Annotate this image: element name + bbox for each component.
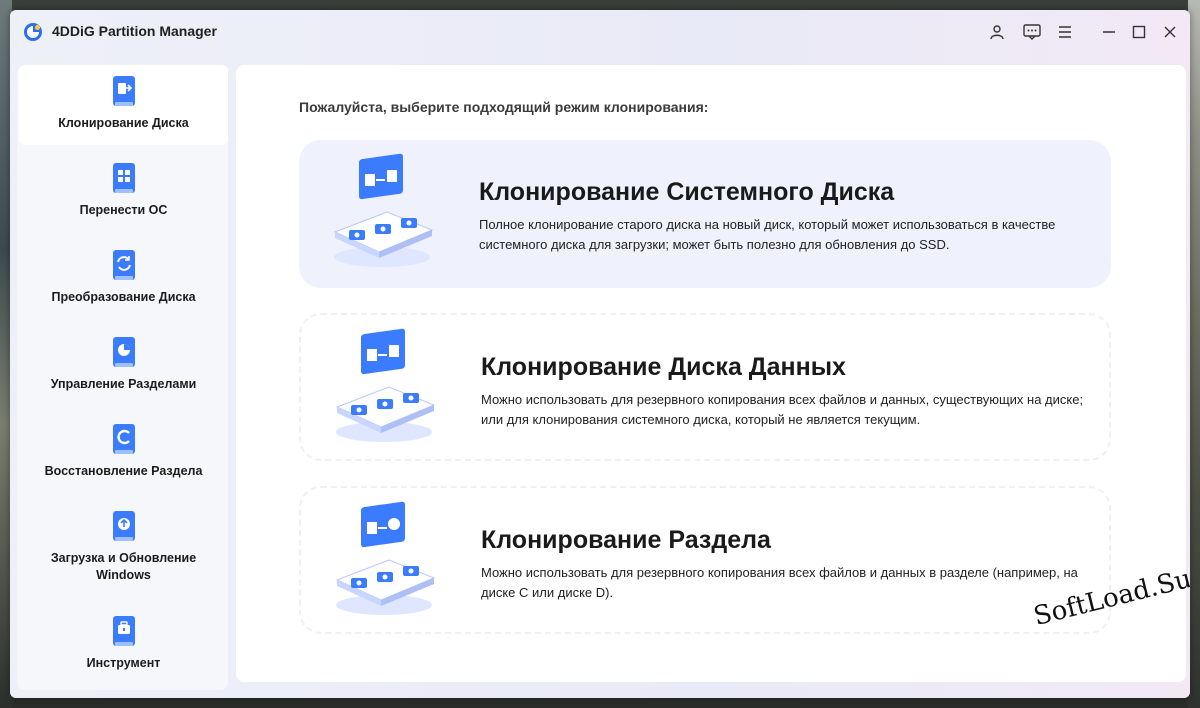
clone-mode-card-partition[interactable]: Клонирование Раздела Можно использовать … [299, 486, 1111, 634]
minimize-button[interactable] [1097, 20, 1121, 44]
menu-icon [1059, 26, 1071, 38]
card-description: Можно использовать для резервного копиро… [481, 565, 1078, 600]
maximize-icon [1132, 25, 1146, 39]
system-disk-clone-illustration-icon [333, 153, 434, 267]
sidebar-item-recover-partition[interactable]: Восстановление Раздела [19, 413, 228, 493]
card-title: Клонирование Диска Данных [481, 353, 846, 381]
main-panel: Пожалуйста, выберите подходящий режим кл… [236, 65, 1186, 682]
sidebar-item-boot-update[interactable]: Загрузка и Обновление Windows [19, 500, 228, 590]
close-icon [1164, 26, 1176, 38]
menu-button[interactable] [1053, 20, 1077, 44]
sidebar-item-label: Загрузка и Обновление Windows [50, 551, 197, 582]
card-description: Полное клонирование старого диска на нов… [479, 217, 1056, 252]
close-button[interactable] [1158, 20, 1182, 44]
sidebar-item-label: Перенести ОС [79, 203, 168, 217]
sidebar-item-convert-disk[interactable]: Преобразование Диска [19, 239, 228, 319]
card-title: Клонирование Системного Диска [479, 178, 895, 206]
convert-disk-icon [112, 250, 135, 280]
feedback-button[interactable] [1020, 20, 1044, 44]
feedback-icon [1023, 24, 1041, 40]
clone-mode-card-system-disk[interactable]: Клонирование Системного Диска Полное кло… [299, 140, 1111, 288]
sidebar-item-label: Клонирование Диска [58, 116, 189, 130]
sidebar-item-label: Преобразование Диска [51, 290, 196, 304]
partition-clone-illustration-icon [335, 501, 436, 615]
data-disk-clone-illustration-icon [335, 328, 436, 442]
app-logo-icon [24, 23, 42, 41]
recover-partition-icon [112, 424, 135, 454]
sidebar: Клонирование Диска Перенести ОС Преобраз… [17, 65, 228, 690]
card-description: Можно использовать для резервного копиро… [481, 392, 1084, 427]
user-icon [990, 25, 1004, 40]
minimize-icon [1103, 31, 1115, 33]
maximize-button[interactable] [1127, 20, 1151, 44]
card-title: Клонирование Раздела [481, 526, 771, 554]
sidebar-item-migrate-os[interactable]: Перенести ОС [19, 152, 228, 232]
sidebar-item-toolbox[interactable]: Инструмент [19, 605, 228, 685]
sidebar-item-label: Восстановление Раздела [44, 464, 203, 478]
title-bar[interactable]: 4DDiG Partition Manager [10, 10, 1190, 54]
clone-disk-icon [112, 76, 135, 106]
clone-mode-card-data-disk[interactable]: Клонирование Диска Данных Можно использо… [299, 313, 1111, 461]
page-prompt: Пожалуйста, выберите подходящий режим кл… [299, 99, 709, 115]
sidebar-item-label: Управление Разделами [50, 377, 197, 391]
app-window: 4DDiG Partition Manager Клонирование Дис… [10, 10, 1190, 698]
partition-manage-icon [112, 337, 135, 367]
boot-update-icon [112, 511, 135, 541]
sidebar-item-partition-manage[interactable]: Управление Разделами [19, 326, 228, 406]
app-title: 4DDiG Partition Manager [52, 23, 217, 39]
toolbox-icon [112, 616, 135, 646]
user-button[interactable] [985, 20, 1009, 44]
migrate-os-icon [112, 163, 135, 193]
sidebar-item-label: Инструмент [86, 656, 161, 670]
sidebar-item-clone-disk[interactable]: Клонирование Диска [19, 65, 228, 145]
